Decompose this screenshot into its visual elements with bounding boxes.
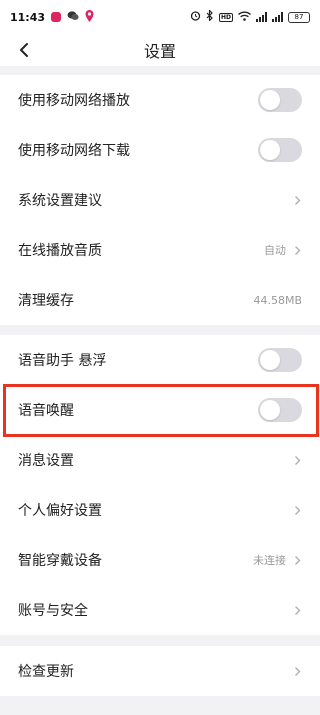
row-mobile-play[interactable]: 使用移动网络播放 <box>0 75 320 125</box>
row-voice-wakeup[interactable]: 语音唤醒 <box>0 385 320 435</box>
row-system-suggestions[interactable]: 系统设置建议 <box>0 175 320 225</box>
row-label: 语音助手 悬浮 <box>18 353 107 369</box>
chevron-right-icon <box>292 244 302 256</box>
chevron-right-icon <box>292 665 302 677</box>
row-message-settings[interactable]: 消息设置 <box>0 435 320 485</box>
row-account-security[interactable]: 账号与安全 <box>0 585 320 635</box>
chevron-right-icon <box>292 604 302 616</box>
row-check-update[interactable]: 检查更新 <box>0 646 320 696</box>
mobile-play-toggle[interactable] <box>258 88 302 112</box>
row-label: 账号与安全 <box>18 603 88 619</box>
row-label: 系统设置建议 <box>18 193 102 209</box>
bluetooth-icon <box>206 9 214 24</box>
status-time: 11:43 <box>10 10 46 24</box>
cache-size: 44.58MB <box>253 293 302 307</box>
row-personal-preferences[interactable]: 个人偏好设置 <box>0 485 320 535</box>
alarm-icon <box>190 10 201 24</box>
battery-level: 87 <box>294 13 304 21</box>
settings-group-update: 检查更新 <box>0 646 320 696</box>
row-audio-quality[interactable]: 在线播放音质 自动 <box>0 225 320 275</box>
settings-group-general: 使用移动网络播放 使用移动网络下载 系统设置建议 在线播放音质 自动 清理缓存 … <box>0 75 320 325</box>
chat-icon <box>67 10 79 24</box>
row-label: 使用移动网络播放 <box>18 93 130 109</box>
wifi-icon <box>238 11 251 24</box>
back-arrow-icon[interactable] <box>14 40 34 60</box>
voice-wakeup-toggle[interactable] <box>258 398 302 422</box>
chevron-right-icon <box>292 194 302 206</box>
battery-icon: 87 <box>288 11 310 23</box>
settings-group-assistant: 语音助手 悬浮 语音唤醒 消息设置 个人偏好设置 智能穿戴设备 未连接 账号与安… <box>0 335 320 635</box>
row-label: 使用移动网络下载 <box>18 143 130 159</box>
signal-icon-1 <box>256 12 267 22</box>
row-label: 检查更新 <box>18 664 74 680</box>
row-label: 智能穿戴设备 <box>18 553 102 569</box>
row-wearable-devices[interactable]: 智能穿戴设备 未连接 <box>0 535 320 585</box>
row-label: 清理缓存 <box>18 293 74 309</box>
chevron-right-icon <box>292 454 302 466</box>
nav-bar: 设置 <box>0 34 320 66</box>
row-label: 语音唤醒 <box>18 403 74 419</box>
row-label: 消息设置 <box>18 453 74 469</box>
voice-assistant-float-toggle[interactable] <box>258 348 302 372</box>
status-bar: 11:43 HD 87 <box>0 0 320 34</box>
mobile-download-toggle[interactable] <box>258 138 302 162</box>
row-label: 个人偏好设置 <box>18 503 102 519</box>
row-label: 在线播放音质 <box>18 243 102 259</box>
red-app-icon <box>51 12 62 22</box>
chevron-right-icon <box>292 504 302 516</box>
hd-badge: HD <box>218 12 233 22</box>
location-icon <box>85 9 94 25</box>
chevron-right-icon <box>292 554 302 566</box>
row-clear-cache[interactable]: 清理缓存 44.58MB <box>0 275 320 325</box>
row-value: 未连接 <box>253 554 286 567</box>
page-title: 设置 <box>143 42 176 61</box>
row-voice-assistant-float[interactable]: 语音助手 悬浮 <box>0 335 320 385</box>
row-value: 自动 <box>264 244 286 257</box>
signal-icon-2 <box>272 12 283 22</box>
row-mobile-download[interactable]: 使用移动网络下载 <box>0 125 320 175</box>
